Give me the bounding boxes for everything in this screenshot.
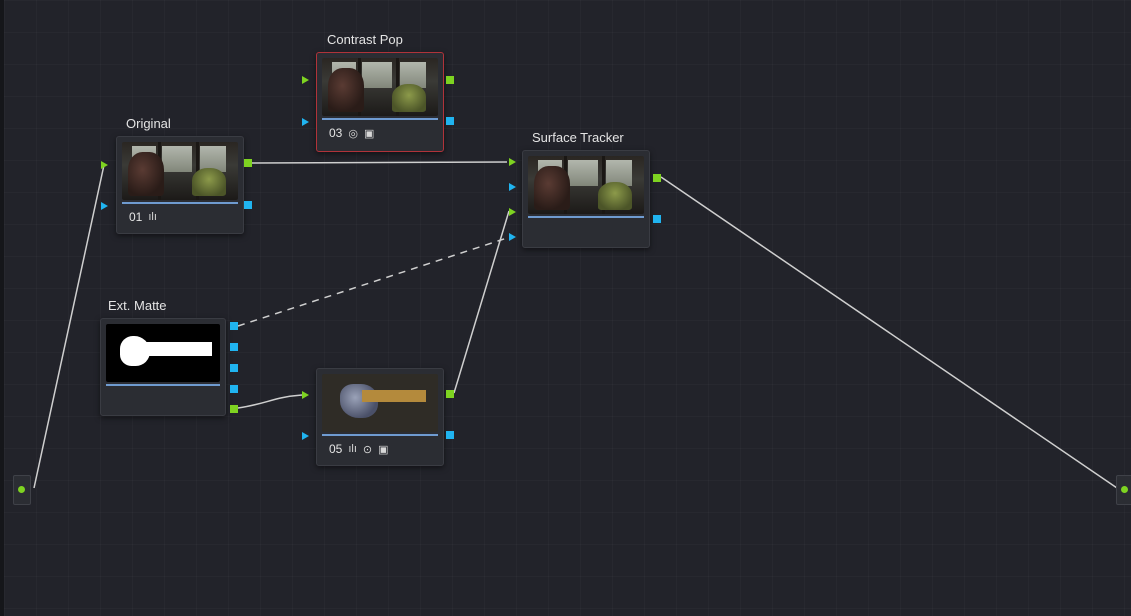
link-original-to-surface-tracker bbox=[251, 161, 508, 164]
node-thumbnail bbox=[528, 156, 644, 214]
contrast-pop-key-output[interactable] bbox=[446, 117, 454, 125]
node-divider bbox=[322, 434, 438, 436]
original-rgb-output[interactable] bbox=[244, 159, 252, 167]
contrast-pop-key-input[interactable] bbox=[302, 118, 309, 126]
node-footer: 05 ılı ⊙ ▣ bbox=[329, 442, 389, 456]
original-key-input[interactable] bbox=[101, 202, 108, 210]
node-thumbnail bbox=[322, 58, 438, 116]
node-contrast-pop[interactable]: 03 ◎ ▣ bbox=[316, 52, 444, 152]
ext-matte-output-4[interactable] bbox=[230, 385, 238, 393]
output-input-dot[interactable] bbox=[1121, 486, 1128, 493]
source-input-pin[interactable] bbox=[13, 475, 31, 505]
node-divider bbox=[528, 216, 644, 218]
node-05[interactable]: 05 ılı ⊙ ▣ bbox=[316, 368, 444, 466]
node-05-rgb-input[interactable] bbox=[302, 391, 309, 399]
output-pin[interactable] bbox=[1116, 475, 1131, 505]
histogram-icon: ılı bbox=[348, 443, 357, 455]
surface-tracker-rgb-output[interactable] bbox=[653, 174, 661, 182]
node-number: 01 bbox=[129, 210, 143, 224]
node-thumbnail bbox=[106, 324, 220, 382]
node-number: 03 bbox=[329, 126, 343, 140]
node-surface-tracker[interactable] bbox=[522, 150, 650, 248]
contrast-pop-rgb-output[interactable] bbox=[446, 76, 454, 84]
node-number: 05 bbox=[329, 442, 343, 456]
node-thumbnail bbox=[122, 142, 238, 200]
node-footer: 01 ılı bbox=[129, 210, 157, 224]
source-output-dot[interactable] bbox=[18, 486, 25, 493]
node-divider bbox=[106, 384, 220, 386]
node-thumbnail bbox=[322, 374, 438, 432]
link-node05-to-surface-tracker bbox=[453, 210, 510, 394]
node-05-key-output[interactable] bbox=[446, 431, 454, 439]
histogram-icon: ılı bbox=[148, 211, 157, 223]
ext-matte-output-1[interactable] bbox=[230, 322, 238, 330]
surface-tracker-key-output[interactable] bbox=[653, 215, 661, 223]
window-icon: ▣ bbox=[378, 443, 389, 456]
node-original[interactable]: 01 ılı bbox=[116, 136, 244, 234]
circle-window-icon: ⊙ bbox=[362, 443, 373, 456]
ext-matte-output-2[interactable] bbox=[230, 343, 238, 351]
ext-matte-output-5[interactable] bbox=[230, 405, 238, 413]
node-title-original: Original bbox=[126, 116, 171, 131]
node-connections bbox=[33, 161, 1118, 489]
link-extmatte-to-node05 bbox=[237, 394, 303, 409]
link-extmatte-to-surface-tracker-key bbox=[237, 237, 508, 327]
node-title-contrast-pop: Contrast Pop bbox=[327, 32, 403, 47]
node-05-rgb-output[interactable] bbox=[446, 390, 454, 398]
node-editor-canvas[interactable]: Original 01 ılı Contrast Pop 03 ◎ ▣ Surf… bbox=[0, 0, 1131, 616]
original-rgb-input[interactable] bbox=[101, 161, 108, 169]
ext-matte-output-3[interactable] bbox=[230, 364, 238, 372]
node-title-ext-matte: Ext. Matte bbox=[108, 298, 167, 313]
window-icon: ▣ bbox=[363, 127, 375, 140]
link-source-to-original bbox=[33, 164, 105, 489]
node-05-key-input[interactable] bbox=[302, 432, 309, 440]
surface-tracker-key-input-2[interactable] bbox=[509, 233, 516, 241]
node-footer: 03 ◎ ▣ bbox=[329, 126, 374, 140]
color-wheel-icon: ◎ bbox=[348, 127, 358, 140]
node-ext-matte[interactable] bbox=[100, 318, 226, 416]
surface-tracker-rgb-input[interactable] bbox=[509, 158, 516, 166]
contrast-pop-rgb-input[interactable] bbox=[302, 76, 309, 84]
original-key-output[interactable] bbox=[244, 201, 252, 209]
node-divider bbox=[122, 202, 238, 204]
link-surface-tracker-to-output bbox=[660, 176, 1118, 489]
surface-tracker-key-input-1[interactable] bbox=[509, 183, 516, 191]
surface-tracker-rgb-input-2[interactable] bbox=[509, 208, 516, 216]
node-divider bbox=[322, 118, 438, 120]
node-title-surface-tracker: Surface Tracker bbox=[532, 130, 624, 145]
